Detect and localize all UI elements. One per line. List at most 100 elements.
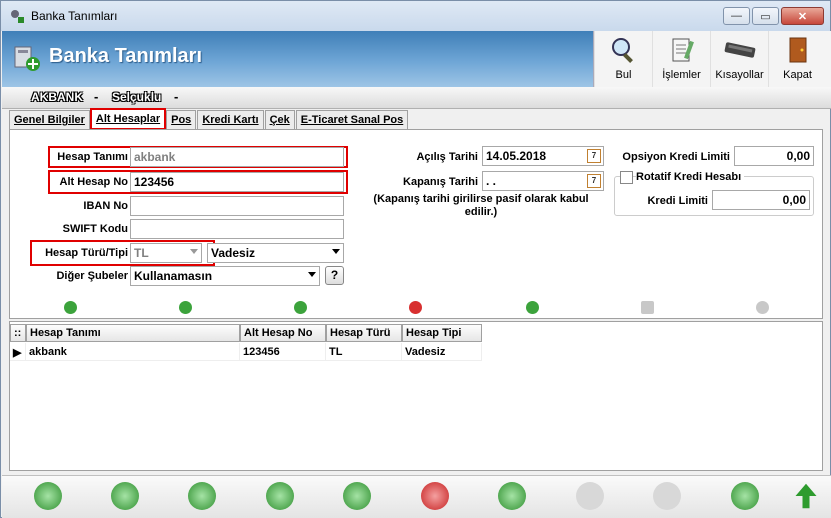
next-record-icon[interactable] [179, 301, 192, 314]
column-header[interactable]: Hesap Türü [326, 324, 402, 342]
opsiyon-kredi-limiti-input[interactable]: 0,00 [734, 146, 814, 166]
cancel-icon[interactable] [756, 301, 769, 314]
tab-e-ticaret-sanal-pos[interactable]: E-Ticaret Sanal Pos [295, 110, 409, 129]
acilis-tarihi-input[interactable]: 14.05.2018 7 [482, 146, 604, 166]
grid-actions-bar [9, 298, 823, 318]
iban-input[interactable] [130, 196, 344, 216]
diger-subeler-value: Kullanamasın [134, 269, 213, 283]
table-row[interactable]: ▶ akbank 123456 TL Vadesiz [10, 343, 482, 361]
alt-hesaplar-panel: Hesap Tanımı akbank Alt Hesap No 123456 … [9, 129, 823, 319]
next-record-button[interactable] [188, 482, 216, 510]
separator: - [94, 89, 99, 104]
hesap-turu-label: Hesap Türü/Tipi [45, 247, 128, 259]
delete-button[interactable] [421, 482, 449, 510]
column-header[interactable]: Alt Hesap No [240, 324, 326, 342]
shortcuts-label: Kısayollar [715, 69, 764, 81]
edit-button[interactable] [498, 482, 526, 510]
find-label: Bul [615, 69, 632, 81]
hesap-turu-select[interactable]: TL [130, 243, 202, 263]
maximize-button[interactable]: ▭ [752, 7, 779, 25]
keyboard-icon [724, 42, 755, 58]
bank-name: AKBANK [31, 90, 83, 104]
kapanis-tarihi-label: Kapanış Tarihi [403, 176, 478, 188]
first-record-button[interactable] [34, 482, 62, 510]
table-header: :: Hesap Tanımı Alt Hesap No Hesap Türü … [10, 324, 482, 342]
close-app-button[interactable]: Kapat [768, 31, 826, 87]
tab-kredi-karti[interactable]: Kredi Kartı [197, 110, 264, 129]
tab-genel-bilgiler[interactable]: Genel Bilgiler [9, 110, 90, 129]
page-header: Banka Tanımları Bul İşlemler Kısayollar … [2, 31, 831, 87]
clipboard-icon [672, 38, 694, 62]
kapanis-tarihi-value: . . [486, 174, 497, 188]
bank-app-icon [11, 10, 24, 23]
separator: - [174, 89, 179, 104]
close-button[interactable]: ✕ [781, 7, 824, 25]
chevron-down-icon [308, 272, 316, 277]
table-cell: Vadesiz [402, 343, 482, 361]
cancel-button[interactable] [653, 482, 681, 510]
kredi-limiti-input[interactable]: 0,00 [712, 190, 810, 210]
row-indicator-header: :: [10, 324, 26, 342]
add-button[interactable] [343, 482, 371, 510]
acilis-tarihi-label: Açılış Tarihi [416, 151, 478, 163]
opsiyon-kredi-limiti-label: Opsiyon Kredi Limiti [622, 151, 730, 163]
page-title: Banka Tanımları [49, 45, 203, 67]
app-window: Banka Tanımları — ▭ ✕ Banka Tanımları Bu… [0, 0, 831, 518]
save-button[interactable] [576, 482, 604, 510]
rotatif-checkbox[interactable] [620, 171, 633, 184]
alt-hesap-no-input[interactable]: 123456 [130, 172, 344, 192]
first-record-icon[interactable] [64, 301, 77, 314]
tab-alt-hesaplar[interactable]: Alt Hesaplar [89, 108, 167, 130]
swift-input[interactable] [130, 219, 344, 239]
add-record-icon[interactable] [294, 301, 307, 314]
shortcuts-button[interactable]: Kısayollar [710, 31, 768, 87]
calendar-icon[interactable]: 7 [587, 174, 601, 188]
operations-button[interactable]: İşlemler [652, 31, 710, 87]
magnifier-icon [611, 38, 633, 63]
hesap-tipi-select[interactable]: Vadesiz [207, 243, 344, 263]
minimize-button[interactable]: — [723, 7, 750, 25]
table-cell: 123456 [240, 343, 326, 361]
last-record-button[interactable] [266, 482, 294, 510]
diger-subeler-select[interactable]: Kullanamasın [130, 266, 320, 286]
chevron-down-icon [190, 249, 198, 254]
confirm-icon[interactable] [641, 301, 654, 314]
kredi-limiti-label: Kredi Limiti [647, 195, 708, 207]
delete-record-icon[interactable] [409, 301, 422, 314]
up-arrow-icon[interactable] [792, 482, 820, 510]
tab-bar: Genel Bilgiler Alt Hesaplar Pos Kredi Ka… [9, 108, 409, 130]
operations-label: İşlemler [662, 69, 701, 81]
swift-label: SWIFT Kodu [62, 223, 128, 235]
chevron-down-icon [332, 249, 340, 254]
bank-header-icon [14, 46, 40, 71]
column-header[interactable]: Hesap Tipi [402, 324, 482, 342]
tab-cek[interactable]: Çek [264, 110, 295, 129]
bank-info-bar: AKBANK - Selçuklu - [2, 87, 831, 109]
tab-pos[interactable]: Pos [166, 110, 197, 129]
kapanis-note: (Kapanış tarihi girilirse pasif olarak k… [373, 193, 589, 218]
hesap-tanimi-label: Hesap Tanımı [57, 151, 128, 163]
table-cell: akbank [26, 343, 240, 361]
calendar-icon[interactable]: 7 [587, 149, 601, 163]
bottom-toolbar [2, 475, 831, 518]
find-button[interactable]: Bul [594, 31, 652, 87]
acilis-tarihi-value: 14.05.2018 [486, 149, 547, 163]
hesap-turu-value: TL [134, 246, 149, 260]
diger-subeler-label: Diğer Şubeler [56, 270, 128, 282]
column-header[interactable]: Hesap Tanımı [26, 324, 240, 342]
iban-label: IBAN No [83, 200, 128, 212]
hesap-tanimi-input[interactable]: akbank [130, 147, 344, 167]
hesap-tipi-value: Vadesiz [211, 246, 256, 260]
exit-door-icon [789, 37, 806, 63]
rotatif-label: Rotatif Kredi Hesabı [636, 171, 745, 183]
sub-accounts-table: :: Hesap Tanımı Alt Hesap No Hesap Türü … [9, 321, 823, 471]
kapanis-tarihi-input[interactable]: . . 7 [482, 171, 604, 191]
branch-name: Selçuklu [112, 90, 162, 104]
toolbar: Bul İşlemler Kısayollar Kapat [593, 31, 831, 87]
window-title: Banka Tanımları [31, 9, 118, 23]
help-button[interactable]: ? [325, 266, 344, 285]
previous-record-button[interactable] [111, 482, 139, 510]
refresh-button[interactable] [731, 482, 759, 510]
title-bar: Banka Tanımları — ▭ ✕ [1, 1, 830, 31]
edit-record-icon[interactable] [526, 301, 539, 314]
